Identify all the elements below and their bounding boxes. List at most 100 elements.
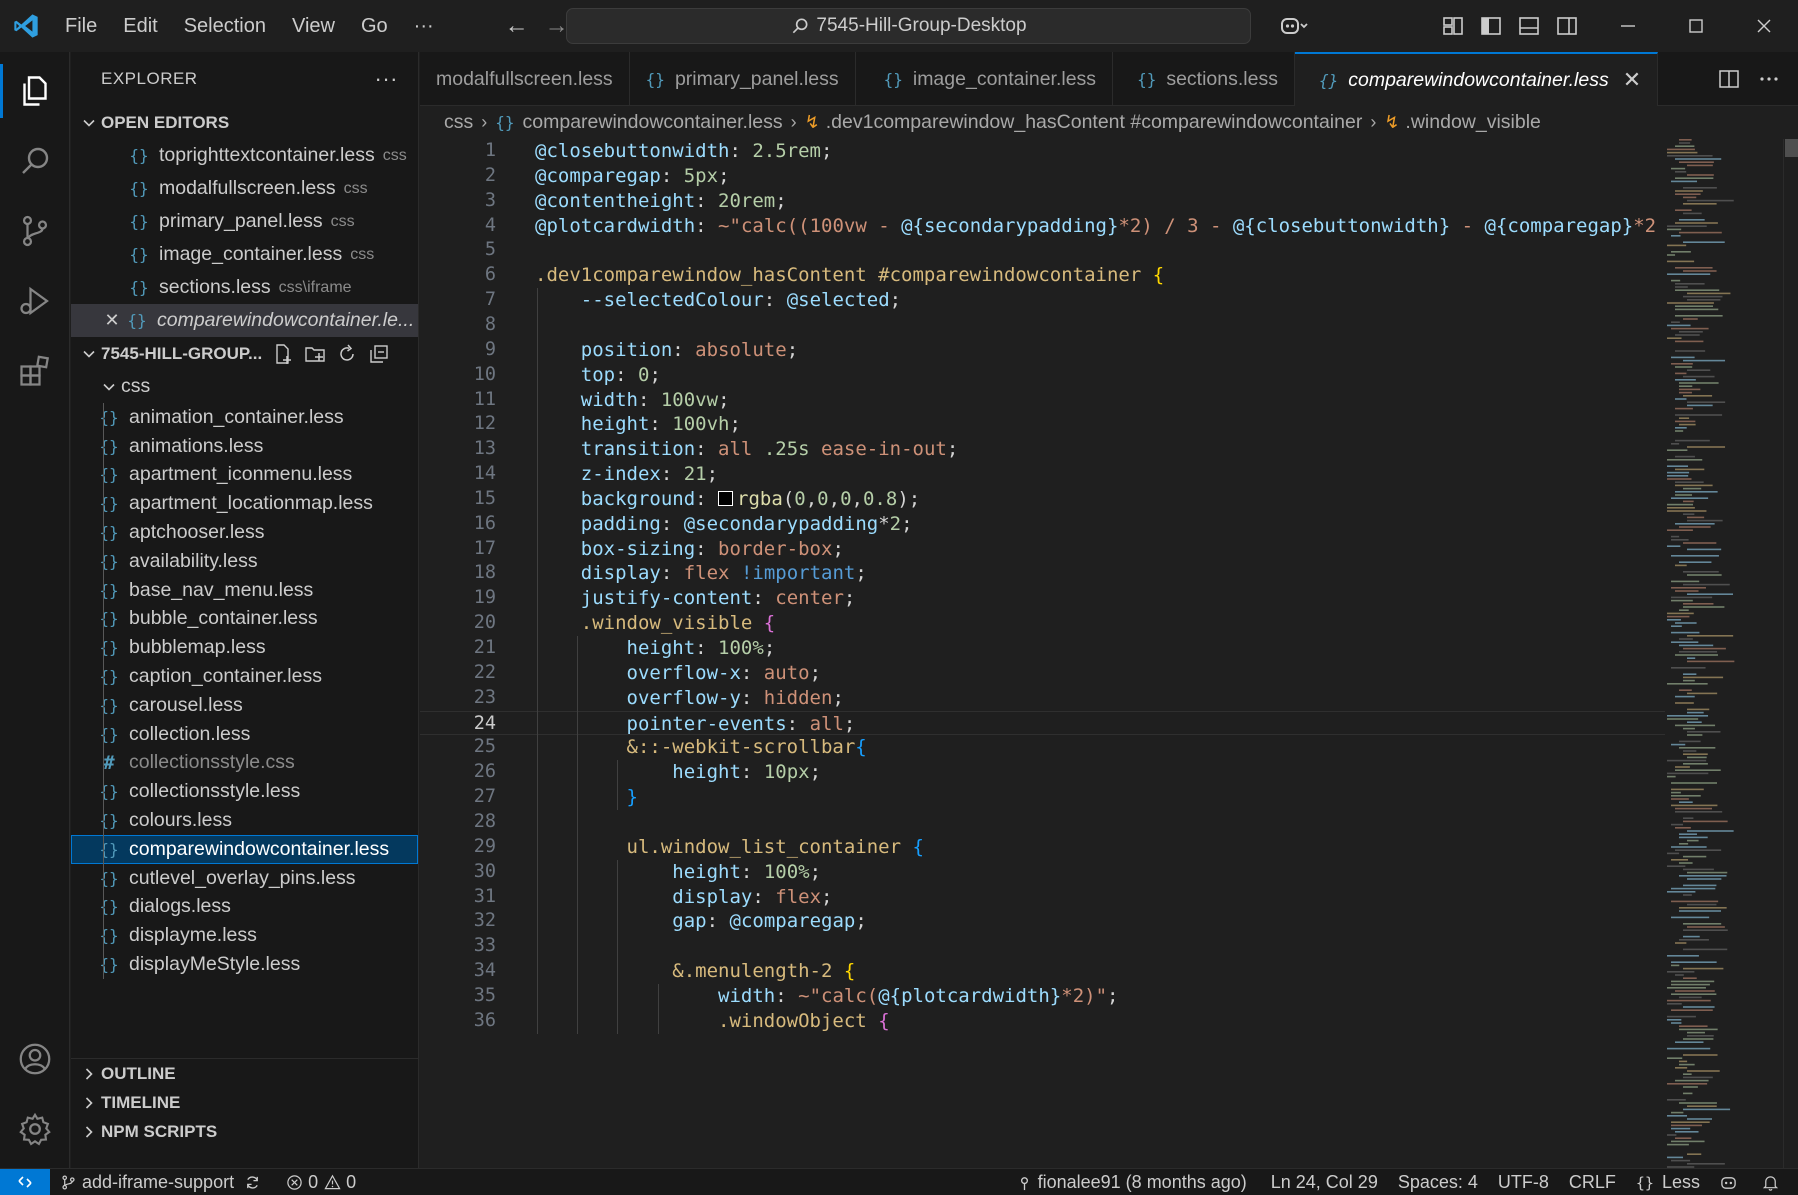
open-editor-item[interactable]: ✕{} comparewindowcontainer.le... — [71, 304, 418, 337]
code-line[interactable]: 6 .dev1comparewindow_hasContent #comparew… — [420, 263, 1665, 288]
encoding-status[interactable]: UTF-8 — [1488, 1169, 1559, 1195]
close-tab-icon[interactable]: ✕ — [1623, 67, 1641, 93]
new-file-icon[interactable] — [272, 343, 294, 365]
file-item[interactable]: {} aptchooser.less — [71, 518, 418, 547]
close-icon[interactable]: ✕ — [101, 310, 123, 331]
file-item[interactable]: {} bubblemap.less — [71, 633, 418, 663]
toggle-primary-sidebar-icon[interactable] — [1472, 0, 1510, 52]
search-activity[interactable] — [0, 126, 70, 196]
folder-css[interactable]: css — [71, 370, 418, 403]
indentation-status[interactable]: Spaces: 4 — [1388, 1169, 1488, 1195]
open-editor-item[interactable]: {} image_container.less css — [71, 238, 418, 271]
breadcrumb-file[interactable]: comparewindowcontainer.less — [523, 111, 783, 134]
file-item[interactable]: {} collectionsstyle.less — [71, 777, 418, 807]
split-editor-icon[interactable] — [1718, 68, 1740, 90]
code-line[interactable]: 9 position: absolute; — [420, 338, 1665, 363]
eol-status[interactable]: CRLF — [1559, 1169, 1626, 1195]
explorer-activity[interactable] — [0, 56, 70, 126]
code-line[interactable]: 3 @contentheight: 20rem; — [420, 189, 1665, 214]
file-item[interactable]: {} cutlevel_overlay_pins.less — [71, 863, 418, 893]
code-line[interactable]: 36 .windowObject { — [420, 1009, 1665, 1034]
section-npm-scripts[interactable]: NPM SCRIPTS — [71, 1117, 418, 1146]
open-editor-item[interactable]: {} modalfullscreen.less css — [71, 172, 418, 205]
problems-status[interactable]: 0 0 — [276, 1169, 366, 1195]
minimize-icon[interactable] — [1594, 0, 1662, 52]
code-line[interactable]: 19 justify-content: center; — [420, 586, 1665, 611]
code-line[interactable]: 22 overflow-x: auto; — [420, 661, 1665, 686]
menu-view[interactable]: View — [279, 0, 348, 52]
code-line[interactable]: 28 — [420, 810, 1665, 835]
copilot-icon[interactable] — [1264, 0, 1324, 52]
cursor-position-status[interactable]: Ln 24, Col 29 — [1257, 1169, 1388, 1195]
toggle-panel-icon[interactable] — [1510, 0, 1548, 52]
file-item[interactable]: {} apartment_locationmap.less — [71, 489, 418, 519]
tab-image-container[interactable]: {} image_container.less — [856, 52, 1114, 106]
file-item[interactable]: {} caption_container.less — [71, 662, 418, 691]
accounts-activity[interactable] — [0, 1024, 70, 1094]
toggle-secondary-sidebar-icon[interactable] — [1548, 0, 1586, 52]
explorer-more-button[interactable]: ··· — [375, 52, 398, 106]
code-line[interactable]: 32 gap: @comparegap; — [420, 909, 1665, 934]
file-item[interactable]: {} displayMeStyle.less — [71, 950, 418, 979]
code-line[interactable]: 12 height: 100vh; — [420, 412, 1665, 437]
maximize-icon[interactable] — [1662, 0, 1730, 52]
file-item[interactable]: {} animation_container.less — [71, 403, 418, 432]
code-line[interactable]: 33 — [420, 934, 1665, 959]
git-blame-status[interactable]: fionalee91 (8 months ago) — [1006, 1169, 1257, 1195]
collapse-all-icon[interactable] — [368, 343, 390, 365]
code-line[interactable]: 1 @closebuttonwidth: 2.5rem; — [420, 139, 1665, 164]
extensions-activity[interactable] — [0, 336, 70, 406]
breadcrumb-folder[interactable]: css — [444, 111, 473, 134]
file-item[interactable]: {} animations.less — [71, 431, 418, 461]
code-line[interactable]: 8 — [420, 313, 1665, 338]
code-line[interactable]: 34 &.menulength-2 { — [420, 959, 1665, 984]
file-item[interactable]: {} bubble_container.less — [71, 604, 418, 634]
menu-edit[interactable]: Edit — [110, 0, 170, 52]
back-arrow-icon[interactable]: ← — [497, 12, 537, 40]
tab-sections[interactable]: {} sections.less — [1113, 52, 1295, 106]
code-line[interactable]: 35 width: ~"calc(@{plotcardwidth}*2)"; — [420, 984, 1665, 1009]
manage-activity[interactable] — [0, 1094, 70, 1164]
scrollbar-thumb[interactable] — [1785, 139, 1798, 157]
file-item[interactable]: {} availability.less — [71, 546, 418, 576]
file-item[interactable]: {} comparewindowcontainer.less — [71, 834, 418, 864]
project-header[interactable]: 7545-HILL-GROUP... — [71, 337, 418, 370]
tab-modalfullscreen[interactable]: modalfullscreen.less — [420, 52, 630, 106]
menu-file[interactable]: File — [52, 0, 110, 52]
breadcrumb-symbol-1[interactable]: .dev1comparewindow_hasContent #comparewi… — [826, 111, 1363, 134]
remote-indicator[interactable] — [0, 1168, 50, 1195]
editor-scrollbar[interactable] — [1783, 139, 1798, 1168]
code-line[interactable]: 4 @plotcardwidth: ~"calc((100vw - @{secon… — [420, 214, 1665, 239]
code-line[interactable]: 16 padding: @secondarypadding*2; — [420, 512, 1665, 537]
code-editor[interactable]: 1 @closebuttonwidth: 2.5rem; 2 @comparegap:… — [420, 139, 1665, 1168]
open-editors-header[interactable]: OPEN EDITORS — [71, 106, 418, 139]
code-line[interactable]: 27 } — [420, 785, 1665, 810]
code-line[interactable]: 14 z-index: 21; — [420, 462, 1665, 487]
file-item[interactable]: {} dialogs.less — [71, 892, 418, 922]
tab-comparewindowcontainer[interactable]: {} comparewindowcontainer.less ✕ — [1294, 52, 1659, 106]
file-item[interactable]: {} carousel.less — [71, 690, 418, 720]
sync-icon[interactable] — [244, 1174, 261, 1191]
file-item[interactable]: {} base_nav_menu.less — [71, 575, 418, 605]
source-control-activity[interactable] — [0, 196, 70, 266]
minimap[interactable] — [1665, 139, 1783, 1168]
code-line[interactable]: 13 transition: all .25s ease-in-out; — [420, 437, 1665, 462]
command-center-search[interactable]: 7545-Hill-Group-Desktop — [566, 8, 1251, 44]
code-line[interactable]: 10 top: 0; — [420, 363, 1665, 388]
menu-go[interactable]: Go — [348, 0, 401, 52]
code-line[interactable]: 2 @comparegap: 5px; — [420, 164, 1665, 189]
new-folder-icon[interactable] — [304, 343, 326, 365]
code-line[interactable]: 21 height: 100%; — [420, 636, 1665, 661]
open-editor-item[interactable]: {} toprighttextcontainer.less css — [71, 139, 418, 172]
close-window-icon[interactable] — [1730, 0, 1798, 52]
code-line[interactable]: 18 display: flex !important; — [420, 561, 1665, 586]
file-item[interactable]: {} colours.less — [71, 806, 418, 835]
code-line[interactable]: 25 &::-webkit-scrollbar{ — [420, 735, 1665, 760]
section-timeline[interactable]: TIMELINE — [71, 1088, 418, 1117]
code-line[interactable]: 20 .window_visible { — [420, 611, 1665, 636]
refresh-icon[interactable] — [336, 343, 358, 365]
code-line[interactable]: 29 ul.window_list_container { — [420, 835, 1665, 860]
code-line[interactable]: 24 pointer-events: all; — [420, 710, 1665, 736]
code-line[interactable]: 5 — [420, 238, 1665, 263]
code-line[interactable]: 7 --selectedColour: @selected; — [420, 288, 1665, 313]
